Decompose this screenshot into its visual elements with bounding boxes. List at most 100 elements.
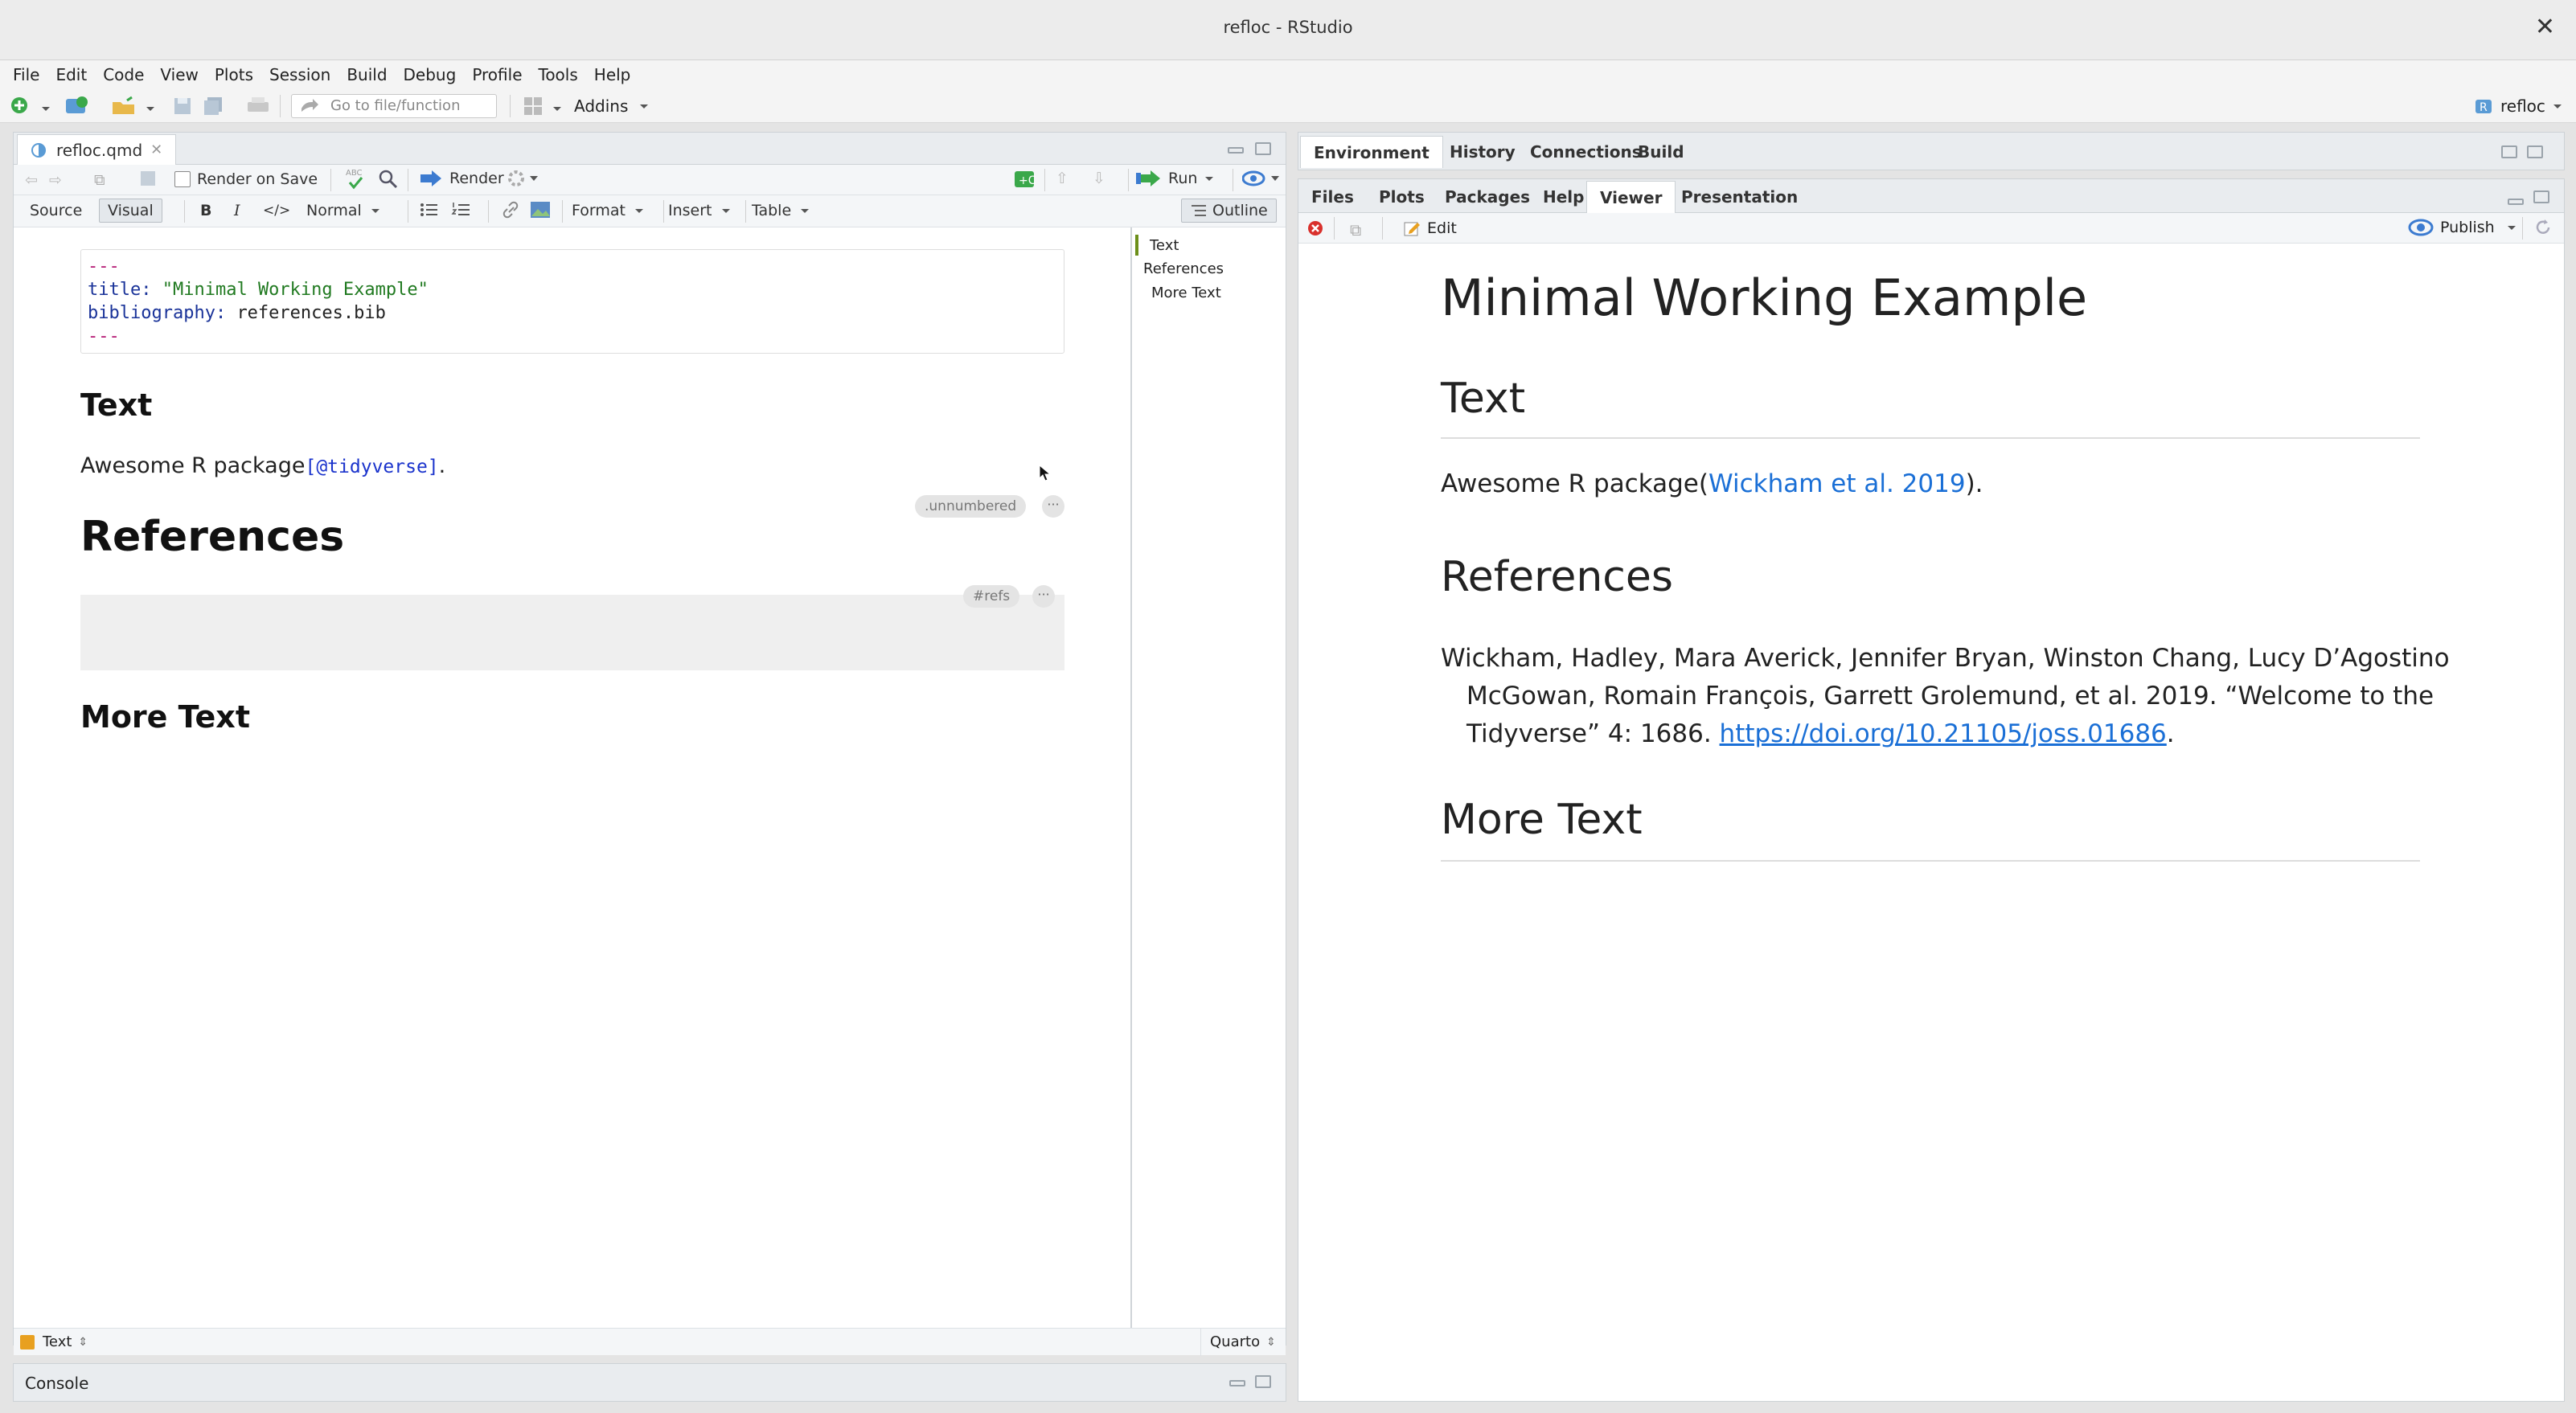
print-icon[interactable] bbox=[246, 96, 269, 117]
tab-viewer[interactable]: Viewer bbox=[1586, 181, 1676, 213]
close-window-icon[interactable]: ✕ bbox=[2535, 13, 2555, 41]
menu-view[interactable]: View bbox=[160, 65, 198, 84]
code-button[interactable]: </> bbox=[263, 203, 290, 219]
mode-visual-button[interactable]: Visual bbox=[99, 199, 162, 223]
refresh-icon[interactable] bbox=[2533, 218, 2553, 241]
save-file-icon[interactable] bbox=[139, 170, 157, 191]
bold-button[interactable]: B bbox=[200, 202, 211, 219]
publish-icon[interactable] bbox=[1241, 170, 1282, 191]
heading-options-button[interactable]: ··· bbox=[1042, 495, 1064, 518]
console-pane[interactable]: Console bbox=[13, 1363, 1286, 1402]
close-tab-icon[interactable]: ✕ bbox=[150, 134, 162, 166]
menu-tools[interactable]: Tools bbox=[539, 65, 578, 84]
back-icon[interactable]: ⇦ bbox=[25, 171, 38, 189]
search-icon[interactable] bbox=[379, 170, 398, 193]
goto-file-input[interactable]: Go to file/function bbox=[291, 94, 497, 118]
chevron-down-icon[interactable] bbox=[145, 99, 156, 111]
tab-environment[interactable]: Environment bbox=[1300, 136, 1443, 168]
doc-type-selector[interactable]: Quarto ⇕ bbox=[1210, 1333, 1276, 1350]
render-on-save-toggle[interactable]: Render on Save bbox=[174, 170, 318, 188]
arrow-right-icon bbox=[299, 97, 320, 118]
spellcheck-icon[interactable]: ABC bbox=[345, 166, 367, 196]
tab-files[interactable]: Files bbox=[1298, 181, 1367, 213]
publish-button[interactable]: Publish bbox=[2408, 218, 2517, 237]
outline-item-text[interactable]: Text bbox=[1150, 237, 1179, 254]
menu-session[interactable]: Session bbox=[269, 65, 330, 84]
minimize-pane-icon[interactable] bbox=[1228, 147, 1244, 154]
doi-link[interactable]: https://doi.org/10.21105/joss.01686 bbox=[1720, 719, 2167, 748]
minimize-pane-icon[interactable] bbox=[2508, 199, 2524, 205]
mode-source-button[interactable]: Source bbox=[30, 202, 82, 219]
refs-id-chip[interactable]: #refs bbox=[963, 585, 1020, 608]
outline-toggle-button[interactable]: Outline bbox=[1181, 199, 1277, 223]
maximize-pane-icon[interactable] bbox=[2533, 190, 2549, 203]
chevron-down-icon[interactable] bbox=[40, 99, 51, 111]
minimize-console-icon[interactable] bbox=[1229, 1380, 1245, 1386]
unnumbered-attr-chip[interactable]: .unnumbered bbox=[915, 495, 1027, 518]
run-button[interactable]: Run bbox=[1136, 170, 1215, 187]
editor-heading-references[interactable]: References bbox=[80, 513, 344, 561]
citation-link[interactable]: Wickham et al. 2019 bbox=[1708, 469, 1966, 498]
insert-chunk-icon[interactable]: +C bbox=[1012, 168, 1036, 193]
format-menu[interactable]: Format bbox=[572, 202, 645, 219]
numbered-list-icon[interactable] bbox=[451, 201, 470, 223]
refs-div-block[interactable] bbox=[80, 595, 1064, 670]
menu-plots[interactable]: Plots bbox=[215, 65, 253, 84]
tab-refloc-qmd[interactable]: refloc.qmd ✕ bbox=[17, 134, 177, 166]
tab-build[interactable]: Build bbox=[1625, 136, 1697, 168]
edit-button[interactable]: Edit bbox=[1403, 219, 1457, 237]
table-menu[interactable]: Table bbox=[752, 202, 810, 219]
editor-paragraph[interactable]: Awesome R package[@tidyverse]. bbox=[80, 453, 445, 478]
save-icon[interactable] bbox=[172, 96, 193, 117]
settings-gear-icon[interactable] bbox=[507, 170, 538, 191]
menu-profile[interactable]: Profile bbox=[472, 65, 522, 84]
editor-heading-text[interactable]: Text bbox=[80, 387, 152, 423]
link-icon[interactable] bbox=[501, 201, 520, 223]
outline-item-references[interactable]: References bbox=[1143, 260, 1224, 277]
menu-build[interactable]: Build bbox=[347, 65, 387, 84]
show-in-window-icon[interactable]: ⧉ bbox=[1350, 220, 1361, 240]
grid-layout-icon[interactable] bbox=[523, 96, 544, 117]
italic-button[interactable]: I bbox=[234, 202, 240, 219]
forward-icon[interactable]: ⇨ bbox=[49, 171, 62, 189]
new-project-icon[interactable] bbox=[64, 96, 88, 117]
stop-icon[interactable] bbox=[1306, 219, 1324, 241]
render-on-save-checkbox[interactable] bbox=[174, 171, 191, 187]
chevron-down-icon[interactable] bbox=[552, 99, 563, 111]
save-all-icon[interactable] bbox=[203, 96, 224, 117]
show-in-window-icon[interactable]: ⧉ bbox=[94, 171, 105, 189]
tab-presentation[interactable]: Presentation bbox=[1668, 181, 1811, 213]
menu-debug[interactable]: Debug bbox=[404, 65, 457, 84]
window-title: refloc - RStudio bbox=[1223, 18, 1353, 37]
yaml-header-block[interactable]: --- title: "Minimal Working Example" bib… bbox=[80, 249, 1064, 354]
tab-plots[interactable]: Plots bbox=[1366, 181, 1438, 213]
menu-help[interactable]: Help bbox=[594, 65, 631, 84]
viewer-heading-more-text: More Text bbox=[1441, 796, 1643, 844]
go-prev-chunk-icon[interactable]: ⇧ bbox=[1056, 170, 1069, 187]
project-menu[interactable]: R refloc bbox=[2473, 96, 2563, 117]
new-file-icon[interactable] bbox=[10, 96, 31, 117]
menu-code[interactable]: Code bbox=[103, 65, 144, 84]
addins-menu[interactable]: Addins bbox=[574, 96, 650, 116]
tab-history[interactable]: History bbox=[1437, 136, 1528, 168]
outline-item-more-text[interactable]: More Text bbox=[1151, 285, 1221, 301]
citation-tidyverse[interactable]: [@tidyverse] bbox=[305, 457, 438, 477]
menu-file[interactable]: File bbox=[13, 65, 39, 84]
maximize-pane-icon[interactable] bbox=[1255, 142, 1271, 155]
go-next-chunk-icon[interactable]: ⇩ bbox=[1093, 170, 1105, 187]
editor-heading-more-text[interactable]: More Text bbox=[80, 699, 250, 735]
refs-options-button[interactable]: ··· bbox=[1032, 585, 1055, 608]
render-button[interactable]: Render bbox=[419, 170, 504, 187]
restore-pane-icon[interactable] bbox=[2501, 145, 2517, 158]
insert-menu[interactable]: Insert bbox=[668, 202, 732, 219]
block-style-select[interactable]: Normal bbox=[306, 202, 381, 219]
maximize-console-icon[interactable] bbox=[1255, 1375, 1271, 1388]
section-selector[interactable]: Text ⇕ bbox=[20, 1333, 88, 1350]
bullet-list-icon[interactable] bbox=[419, 201, 438, 223]
menu-edit[interactable]: Edit bbox=[55, 65, 87, 84]
visual-editor-body[interactable] bbox=[14, 227, 1131, 1329]
maximize-pane-icon[interactable] bbox=[2527, 145, 2543, 158]
tab-packages[interactable]: Packages bbox=[1432, 181, 1543, 213]
open-file-icon[interactable] bbox=[111, 96, 134, 117]
image-icon[interactable] bbox=[530, 200, 551, 223]
